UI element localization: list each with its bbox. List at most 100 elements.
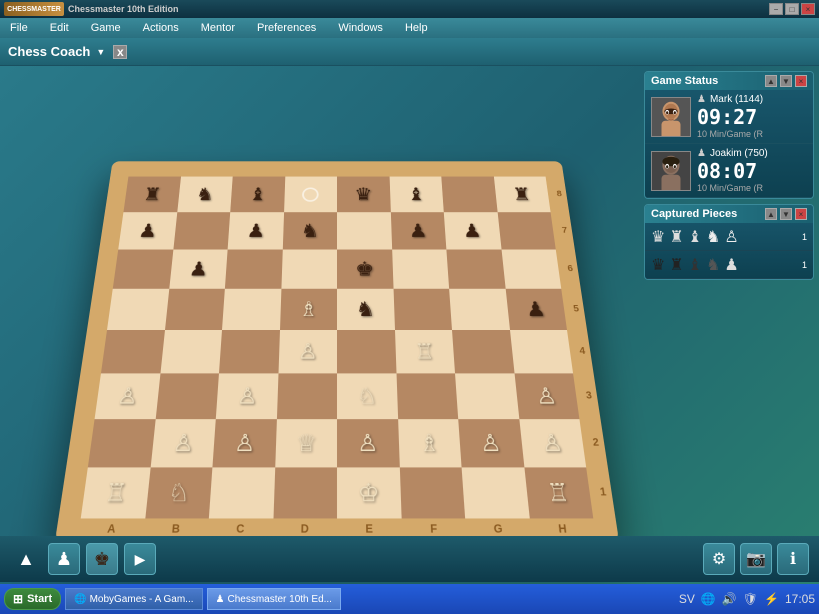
minimize-button[interactable]: −	[769, 3, 783, 15]
square-f5[interactable]	[393, 289, 452, 330]
square-c1[interactable]	[209, 467, 275, 518]
square-a7[interactable]: ♟	[118, 212, 177, 249]
square-g7[interactable]: ♟	[444, 212, 501, 249]
square-e4[interactable]	[337, 330, 396, 373]
network-icon: 🌐	[701, 592, 716, 606]
square-c8[interactable]: ♝	[230, 177, 285, 213]
square-h3[interactable]: ♙	[514, 373, 579, 419]
square-d4[interactable]: ♙	[278, 330, 337, 373]
captured-down-button[interactable]: ▼	[780, 208, 792, 220]
nav-pawn-icon[interactable]: ♟	[48, 543, 80, 575]
square-c4[interactable]	[219, 330, 280, 373]
menu-file[interactable]: File	[6, 20, 32, 36]
square-d1[interactable]	[273, 467, 337, 518]
square-h6[interactable]	[501, 250, 561, 289]
coach-close-button[interactable]: x	[113, 45, 127, 59]
square-e2[interactable]: ♙	[337, 419, 399, 467]
menu-help[interactable]: Help	[401, 20, 432, 36]
square-b7[interactable]	[173, 212, 230, 249]
start-button[interactable]: ⊞ Start	[4, 588, 61, 610]
nav-settings-button[interactable]: ⚙	[703, 543, 735, 575]
square-c3[interactable]: ♙	[216, 373, 278, 419]
square-h5[interactable]: ♟	[505, 289, 567, 330]
menu-game[interactable]: Game	[87, 20, 125, 36]
nav-info-button[interactable]: ℹ	[777, 543, 809, 575]
square-g3[interactable]	[455, 373, 519, 419]
square-h7[interactable]	[497, 212, 556, 249]
start-label: Start	[27, 593, 52, 605]
square-e8[interactable]: ♛	[337, 177, 390, 213]
square-b6[interactable]: ♟	[169, 250, 228, 289]
square-f3[interactable]	[396, 373, 458, 419]
square-a3[interactable]: ♙	[95, 373, 160, 419]
square-f1[interactable]	[399, 467, 465, 518]
square-g8[interactable]	[441, 177, 497, 213]
menu-windows[interactable]: Windows	[334, 20, 387, 36]
menu-preferences[interactable]: Preferences	[253, 20, 320, 36]
captured-black-knight: ♞	[706, 255, 720, 275]
square-b2[interactable]: ♙	[150, 419, 216, 467]
nav-play-button[interactable]: ▶	[124, 543, 156, 575]
white-captured-count: 1	[802, 232, 807, 242]
square-b5[interactable]	[165, 289, 225, 330]
game-status-up-button[interactable]: ▲	[765, 75, 777, 87]
square-c5[interactable]	[222, 289, 281, 330]
square-e1[interactable]: ♔	[337, 467, 401, 518]
square-c7[interactable]: ♟	[228, 212, 284, 249]
square-a5[interactable]	[107, 289, 169, 330]
taskbar-item-chessmaster[interactable]: ♟ Chessmaster 10th Ed...	[207, 588, 341, 610]
maximize-button[interactable]: □	[785, 3, 799, 15]
menu-mentor[interactable]: Mentor	[197, 20, 239, 36]
close-window-button[interactable]: ×	[801, 3, 815, 15]
square-c6[interactable]	[225, 250, 282, 289]
square-d2[interactable]: ♕	[275, 419, 337, 467]
taskbar-item-mobygames[interactable]: 🌐 MobyGames - A Gam...	[65, 588, 202, 610]
square-h4[interactable]	[510, 330, 574, 373]
game-status-down-button[interactable]: ▼	[780, 75, 792, 87]
square-a8[interactable]: ♜	[123, 177, 180, 213]
menu-actions[interactable]: Actions	[139, 20, 183, 36]
square-f4[interactable]: ♖	[395, 330, 456, 373]
square-d5[interactable]: ♗	[280, 289, 338, 330]
square-d6[interactable]	[281, 250, 337, 289]
square-b8[interactable]: ♞	[177, 177, 233, 213]
square-a6[interactable]	[113, 250, 173, 289]
coach-dropdown[interactable]: ▼	[96, 47, 105, 57]
square-e5[interactable]: ♞	[337, 289, 395, 330]
square-f8[interactable]: ♝	[389, 177, 444, 213]
scroll-up-button[interactable]: ▲	[10, 543, 42, 575]
square-h2[interactable]: ♙	[519, 419, 586, 467]
square-e3[interactable]: ♘	[337, 373, 398, 419]
square-f2[interactable]: ♗	[398, 419, 462, 467]
square-a2[interactable]	[88, 419, 155, 467]
square-f7[interactable]: ♟	[390, 212, 446, 249]
nav-king-icon[interactable]: ♚	[86, 543, 118, 575]
square-h1[interactable]: ♖	[524, 467, 593, 518]
game-status-close-button[interactable]: ×	[795, 75, 807, 87]
square-a1[interactable]: ♖	[81, 467, 150, 518]
captured-up-button[interactable]: ▲	[765, 208, 777, 220]
square-b3[interactable]	[155, 373, 219, 419]
menu-edit[interactable]: Edit	[46, 20, 73, 36]
square-a4[interactable]	[101, 330, 165, 373]
nav-camera-button[interactable]: 📷	[740, 543, 772, 575]
captured-close-button[interactable]: ×	[795, 208, 807, 220]
square-b4[interactable]	[160, 330, 222, 373]
square-g2[interactable]: ♙	[458, 419, 524, 467]
square-e6[interactable]: ♚	[337, 250, 393, 289]
square-g6[interactable]	[446, 250, 505, 289]
square-d8[interactable]	[284, 177, 337, 213]
chess-board[interactable]: ♜ ♞ ♝ ♛ ♝ ♜ ♟ ♟ ♞	[55, 161, 619, 542]
square-g4[interactable]	[452, 330, 514, 373]
square-h8[interactable]: ♜	[493, 177, 550, 213]
square-d3[interactable]	[276, 373, 337, 419]
square-e7[interactable]	[337, 212, 392, 249]
square-c2[interactable]: ♙	[212, 419, 276, 467]
square-g5[interactable]	[449, 289, 509, 330]
square-f6[interactable]	[392, 250, 449, 289]
square-d7[interactable]: ♞	[282, 212, 337, 249]
settings-icon: ⚙	[712, 549, 726, 569]
square-g1[interactable]	[462, 467, 530, 518]
col-label-b: B	[143, 523, 209, 536]
square-b1[interactable]: ♘	[145, 467, 213, 518]
